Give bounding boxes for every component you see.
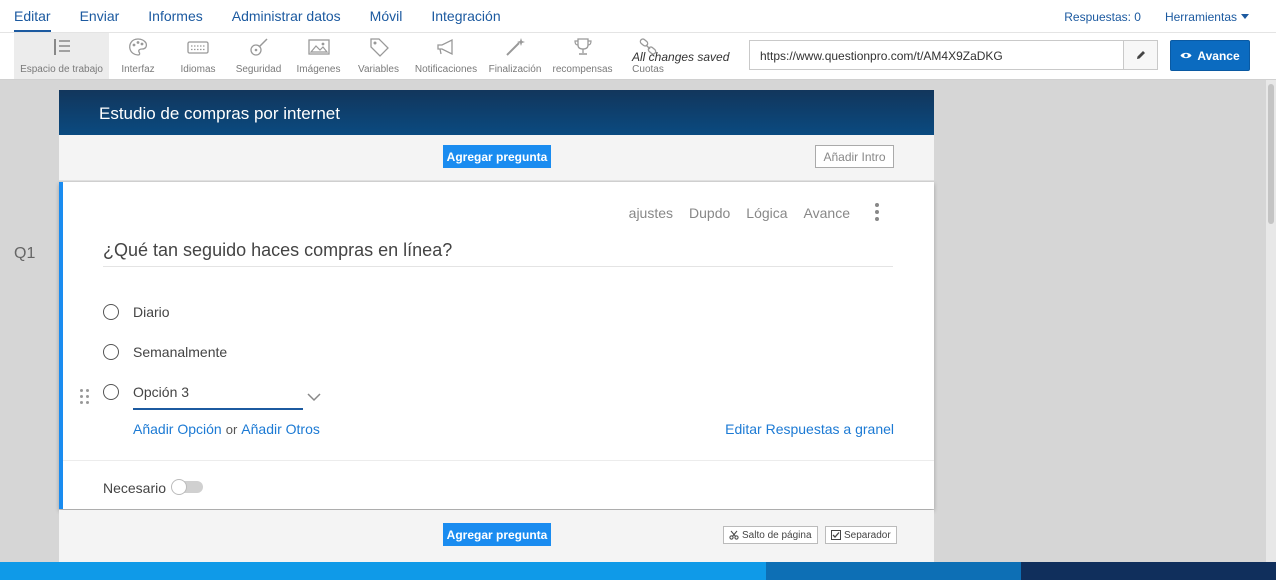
footer-segment bbox=[1021, 562, 1276, 580]
radio-button[interactable] bbox=[103, 384, 119, 400]
menu-item-integracion[interactable]: Integración bbox=[431, 8, 500, 32]
nav-right: Respuestas: 0 Herramientas bbox=[1064, 10, 1249, 24]
option-label[interactable]: Diario bbox=[133, 304, 170, 320]
add-question-button[interactable]: Agregar pregunta bbox=[443, 145, 551, 168]
option-input-underline bbox=[133, 408, 303, 410]
add-other-link[interactable]: Añadir Otros bbox=[241, 421, 320, 437]
edit-url-button[interactable] bbox=[1123, 41, 1157, 69]
survey-header: Estudio de compras por internet bbox=[59, 90, 934, 135]
tool-label: recompensas bbox=[552, 64, 613, 75]
keyboard-icon bbox=[176, 33, 220, 59]
question-text[interactable]: ¿Qué tan seguido haces compras en línea? bbox=[103, 240, 452, 261]
top-nav: Editar Enviar Informes Administrar datos… bbox=[0, 0, 1276, 33]
settings-action[interactable]: ajustes bbox=[629, 205, 673, 221]
question-actions: ajustes Dupdo Lógica Avance bbox=[629, 205, 850, 221]
add-option-links: Añadir Opción or Añadir Otros bbox=[133, 421, 320, 437]
main-menu: Editar Enviar Informes Administrar datos… bbox=[14, 8, 530, 32]
tool-finalizacion[interactable]: Finalización bbox=[486, 33, 544, 79]
footer-divider bbox=[63, 460, 934, 461]
tool-notificaciones[interactable]: Notificaciones bbox=[411, 33, 481, 79]
tool-label: Seguridad bbox=[235, 64, 282, 75]
pencil-icon bbox=[1136, 51, 1145, 59]
survey-url: https://www.questionpro.com/t/AM4X9ZaDKG bbox=[760, 49, 1003, 63]
menu-item-editar[interactable]: Editar bbox=[14, 8, 51, 32]
survey-url-field[interactable]: https://www.questionpro.com/t/AM4X9ZaDKG bbox=[749, 40, 1158, 70]
tool-label: Cuotas bbox=[632, 64, 664, 75]
answer-option-editing[interactable]: Opción 3 bbox=[103, 384, 189, 400]
page-break-label: Salto de página bbox=[742, 529, 812, 541]
workspace-icon bbox=[14, 33, 109, 59]
tool-workspace[interactable]: Espacio de trabajo bbox=[14, 33, 109, 79]
footer-segment bbox=[766, 562, 1021, 580]
intro-row: Agregar pregunta Añadir Intro bbox=[59, 135, 934, 181]
menu-item-administrar-datos[interactable]: Administrar datos bbox=[232, 8, 341, 32]
add-intro-button[interactable]: Añadir Intro bbox=[815, 145, 894, 168]
menu-item-informes[interactable]: Informes bbox=[148, 8, 202, 32]
advanced-action[interactable]: Avance bbox=[804, 205, 850, 221]
add-option-link[interactable]: Añadir Opción bbox=[133, 421, 222, 437]
tool-label: Espacio de trabajo bbox=[20, 64, 103, 75]
editor-toolbar: Espacio de trabajo Interfaz Idiomas Segu… bbox=[0, 33, 1276, 80]
separator-label: Separador bbox=[844, 529, 891, 541]
footer-color-bar bbox=[0, 562, 1276, 580]
preview-label: Avance bbox=[1197, 48, 1240, 63]
add-question-button-bottom[interactable]: Agregar pregunta bbox=[443, 523, 551, 546]
tool-label: Notificaciones bbox=[414, 64, 478, 75]
tool-interfaz[interactable]: Interfaz bbox=[115, 33, 161, 79]
page-scrollbar[interactable] bbox=[1266, 80, 1276, 564]
question-number: Q1 bbox=[14, 245, 36, 262]
image-icon bbox=[294, 33, 343, 59]
option-label[interactable]: Semanalmente bbox=[133, 344, 227, 360]
answer-option[interactable]: Semanalmente bbox=[103, 344, 227, 360]
option-input[interactable]: Opción 3 bbox=[133, 384, 189, 400]
required-toggle[interactable] bbox=[171, 479, 203, 495]
survey-title[interactable]: Estudio de compras por internet bbox=[99, 104, 340, 124]
toggle-knob bbox=[171, 479, 187, 495]
tool-label: Interfaz bbox=[121, 64, 155, 75]
more-options-icon[interactable] bbox=[875, 203, 881, 221]
bulk-edit-link[interactable]: Editar Respuestas a granel bbox=[725, 421, 894, 437]
tool-label: Variables bbox=[358, 64, 399, 75]
chevron-down-icon[interactable] bbox=[307, 392, 321, 402]
or-text: or bbox=[225, 422, 238, 437]
footer-segment bbox=[0, 562, 766, 580]
copy-action[interactable]: Dupdo bbox=[689, 205, 730, 221]
required-label: Necesario bbox=[103, 480, 167, 496]
question-divider bbox=[103, 266, 893, 267]
preview-button[interactable]: Avance bbox=[1170, 40, 1250, 71]
tool-recompensas[interactable]: recompensas bbox=[550, 33, 615, 79]
tool-label: Finalización bbox=[488, 64, 542, 75]
separator-button[interactable]: Separador bbox=[825, 526, 897, 544]
save-status: All changes saved bbox=[632, 50, 730, 64]
menu-item-enviar[interactable]: Enviar bbox=[80, 8, 120, 32]
tool-idiomas[interactable]: Idiomas bbox=[176, 33, 220, 79]
checkbox-icon bbox=[831, 530, 841, 540]
tool-seguridad[interactable]: Seguridad bbox=[233, 33, 284, 79]
drag-handle-icon[interactable] bbox=[80, 389, 89, 404]
survey-canvas: Estudio de compras por internet Agregar … bbox=[59, 90, 934, 580]
tag-icon bbox=[355, 33, 402, 59]
menu-item-movil[interactable]: Móvil bbox=[370, 8, 403, 32]
guitar-icon bbox=[233, 33, 284, 59]
tool-imagenes[interactable]: Imágenes bbox=[294, 33, 343, 79]
responses-link[interactable]: Respuestas: 0 bbox=[1064, 10, 1141, 24]
radio-button[interactable] bbox=[103, 304, 119, 320]
trophy-icon bbox=[550, 33, 615, 59]
scrollbar-thumb[interactable] bbox=[1268, 84, 1274, 224]
tool-variables[interactable]: Variables bbox=[355, 33, 402, 79]
logic-action[interactable]: Lógica bbox=[746, 205, 787, 221]
wand-icon bbox=[486, 33, 544, 59]
tools-dropdown[interactable]: Herramientas bbox=[1165, 10, 1249, 24]
palette-icon bbox=[115, 33, 161, 59]
megaphone-icon bbox=[411, 33, 481, 59]
scissors-icon bbox=[729, 530, 739, 540]
question-card: ajustes Dupdo Lógica Avance ¿Qué tan seg… bbox=[59, 182, 934, 509]
tool-label: Idiomas bbox=[180, 64, 216, 75]
tool-label: Imágenes bbox=[296, 64, 341, 75]
eye-icon bbox=[1180, 52, 1192, 59]
radio-button[interactable] bbox=[103, 344, 119, 360]
answer-option[interactable]: Diario bbox=[103, 304, 170, 320]
page-break-button[interactable]: Salto de página bbox=[723, 526, 818, 544]
